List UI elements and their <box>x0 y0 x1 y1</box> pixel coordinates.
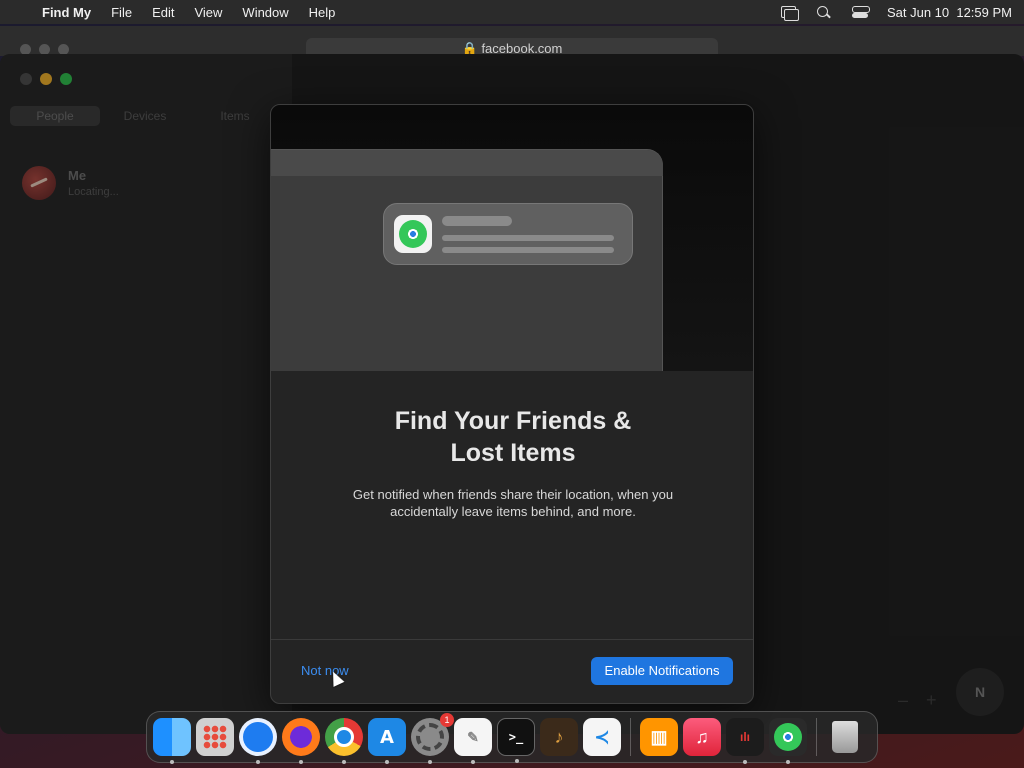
books-icon[interactable]: ▥ <box>640 718 678 756</box>
enable-notifications-button[interactable]: Enable Notifications <box>591 657 733 685</box>
dock: A 1 ✎ >_ ♪ ≺ ▥ ♫ ılı <box>146 711 878 764</box>
settings-icon[interactable]: 1 <box>411 713 454 764</box>
menu-bar: Find My File Edit View Window Help Sat J… <box>0 0 1024 24</box>
voice-memos-icon[interactable]: ılı <box>726 718 764 764</box>
spotlight-search-icon[interactable] <box>815 5 833 19</box>
menu-file[interactable]: File <box>111 5 132 20</box>
music-icon[interactable]: ♫ <box>683 718 721 756</box>
menu-view[interactable]: View <box>194 5 222 20</box>
hero-illustration <box>271 105 753 371</box>
control-center-icon[interactable] <box>851 5 870 19</box>
textedit-icon[interactable]: ✎ <box>454 718 492 764</box>
sheet-title-line2: Lost Items <box>450 439 576 467</box>
chrome-icon[interactable] <box>325 718 363 764</box>
menu-datetime[interactable]: Sat Jun 10 12:59 PM <box>887 5 1012 20</box>
app-store-icon[interactable]: A <box>368 718 406 764</box>
sheet-divider <box>271 639 753 640</box>
launchpad-icon[interactable] <box>196 718 234 756</box>
safari-icon[interactable] <box>239 718 277 764</box>
dock-separator <box>630 718 631 756</box>
screen-mirroring-icon[interactable] <box>779 5 799 21</box>
garageband-icon[interactable]: ♪ <box>540 718 578 756</box>
menu-edit[interactable]: Edit <box>152 5 174 20</box>
menu-app-name[interactable]: Find My <box>42 5 91 20</box>
trash-icon[interactable] <box>826 718 864 756</box>
sheet-description-line2: accidentally leave items behind, and mor… <box>390 504 636 519</box>
vscode-icon[interactable]: ≺ <box>583 718 621 756</box>
menu-window[interactable]: Window <box>242 5 288 20</box>
sheet-title: Find Your Friends & Lost Items <box>271 405 753 469</box>
findmy-dock-icon[interactable] <box>769 718 807 764</box>
firefox-icon[interactable] <box>282 718 320 764</box>
settings-badge: 1 <box>440 713 454 727</box>
mock-notification <box>383 203 633 265</box>
sheet-description-line1: Get notified when friends share their lo… <box>352 487 674 502</box>
finder-icon[interactable] <box>153 718 191 764</box>
menu-help[interactable]: Help <box>309 5 336 20</box>
notifications-sheet: Find Your Friends & Lost Items Get notif… <box>270 104 754 704</box>
sheet-description: Get notified when friends share their lo… <box>333 486 693 520</box>
dock-separator-2 <box>816 718 817 756</box>
sheet-title-line1: Find Your Friends & <box>394 407 632 435</box>
findmy-app-icon <box>394 215 432 253</box>
terminal-icon[interactable]: >_ <box>497 718 535 763</box>
